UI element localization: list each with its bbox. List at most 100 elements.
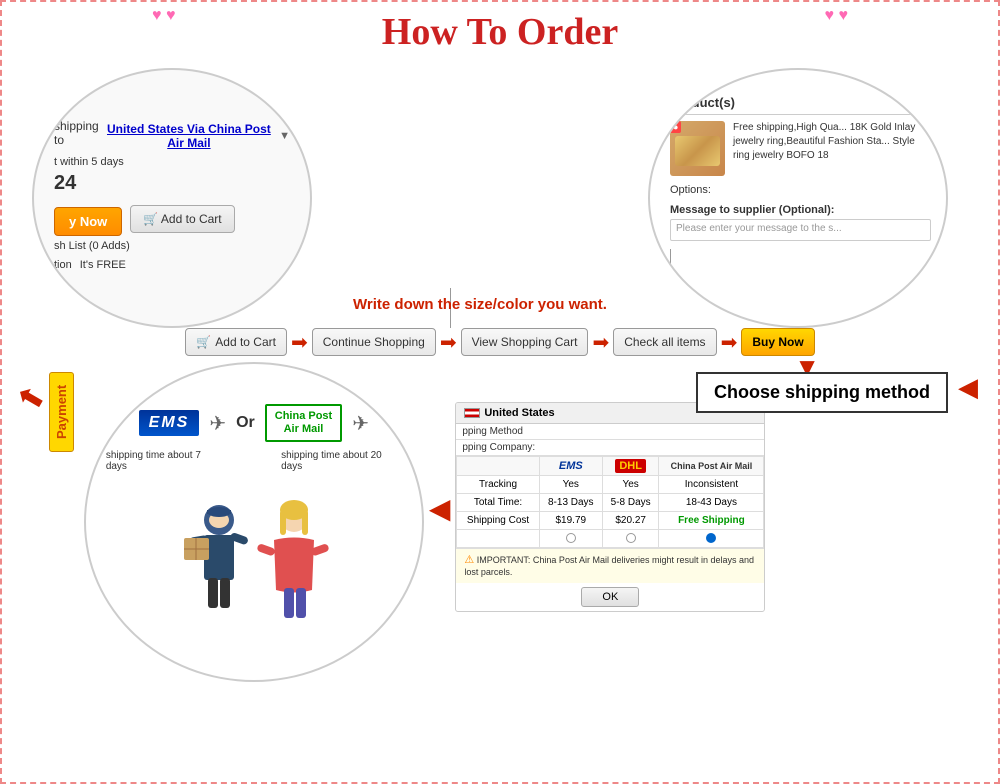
cart-icon-flow: 🛒: [196, 335, 211, 349]
tracking-china-post: Inconsistent: [659, 476, 764, 494]
add-to-cart-label: Add to Cart: [161, 212, 222, 226]
view-cart-label: View Shopping Cart: [472, 335, 578, 349]
product-page-inner: air shipping to United States Via China …: [34, 70, 310, 326]
china-post-header-text: China Post Air Mail: [671, 461, 753, 471]
write-down-text: Write down the size/color you want.: [353, 296, 607, 313]
cost-china-post: Free Shipping: [659, 512, 764, 530]
radio-row: [457, 530, 764, 548]
us-flag-icon: [464, 408, 480, 418]
continue-shopping-label: Continue Shopping: [323, 335, 425, 349]
add-to-cart-flow-label: Add to Cart: [215, 335, 276, 349]
total-time-row: Total Time: 8-13 Days 5-8 Days 18-43 Day…: [457, 494, 764, 512]
products-header: Product(s): [670, 95, 931, 115]
delivery-illustration: [154, 480, 354, 630]
product-page-circle: air shipping to United States Via China …: [32, 68, 312, 328]
dropdown-icon[interactable]: ▼: [279, 130, 290, 142]
shipping-prefix: shipping to: [54, 119, 99, 147]
arrow-3: ➡: [592, 330, 609, 355]
shipping-table-title: United States: [484, 407, 554, 419]
shipping-logos-row: EMS ✈ Or China PostAir Mail ✈: [139, 404, 369, 442]
radio-blank: [457, 530, 539, 548]
wish-list: sh List (0 Adds): [54, 240, 130, 252]
col-header-dhl: DHL: [602, 457, 659, 476]
or-text: Or: [236, 414, 255, 432]
ems-shipping-time: shipping time about 7 days: [106, 450, 221, 472]
red-arrow-mid: ◀: [429, 492, 451, 525]
air-label: air: [54, 100, 67, 114]
col-header-blank: [457, 457, 539, 476]
check-items-label: Check all items: [624, 335, 705, 349]
tracking-label: Tracking: [457, 476, 539, 494]
plane-ems: ✈: [209, 411, 226, 436]
important-note: ⚠ IMPORTANT: China Post Air Mail deliver…: [456, 548, 764, 583]
product-detail-inner: Product(s) ● Free shipping,High Qua... 1…: [650, 70, 946, 326]
add-to-cart-button-left[interactable]: 🛒 Add to Cart: [130, 205, 234, 233]
shipping-table-container: United States pping Method pping Company…: [455, 402, 765, 612]
shipping-options-circle: EMS ✈ Or China PostAir Mail ✈ shipping t…: [84, 362, 424, 682]
shipping-method-row: pping Method: [456, 424, 764, 440]
china-post-shipping-time: shipping time about 20 days: [281, 450, 402, 472]
radio-china-post-cell[interactable]: [659, 530, 764, 548]
shipping-method-label: pping Method: [462, 426, 523, 437]
product-description: Free shipping,High Qua... 18K Gold Inlay…: [733, 121, 931, 163]
shipping-cost-row: Shipping Cost $19.79 $20.27 Free Shippin…: [457, 512, 764, 530]
choose-shipping-row: ◀ Choose shipping method: [958, 372, 978, 403]
product-image: ●: [670, 121, 725, 176]
view-cart-button[interactable]: View Shopping Cart: [461, 328, 589, 356]
shipping-comparison-table: EMS DHL China Post Air Mail Tracking Yes: [456, 456, 764, 548]
protection-row: tion It's FREE: [54, 256, 126, 271]
shipping-company-row: pping Company:: [456, 440, 764, 456]
tracking-ems: Yes: [539, 476, 602, 494]
check-items-button[interactable]: Check all items: [613, 328, 716, 356]
hearts-top-left: ♥ ♥: [152, 7, 175, 25]
price-display: 24: [54, 172, 76, 195]
product-detail-circle: Product(s) ● Free shipping,High Qua... 1…: [648, 68, 948, 328]
cost-ems: $19.79: [539, 512, 602, 530]
radio-ems[interactable]: [566, 533, 576, 543]
flow-section: 🛒 Add to Cart ➡ Continue Shopping ➡ View…: [2, 328, 998, 356]
title-area: ♥ ♥ How To Order ♥ ♥: [2, 2, 998, 58]
ok-button[interactable]: OK: [581, 587, 639, 607]
choose-shipping-box: Choose shipping method: [696, 372, 948, 413]
total-time-label: Total Time:: [457, 494, 539, 512]
tracking-row: Tracking Yes Yes Inconsistent: [457, 476, 764, 494]
ems-header-text: EMS: [559, 460, 583, 472]
radio-dhl-cell[interactable]: [602, 530, 659, 548]
col-header-china-post: China Post Air Mail: [659, 457, 764, 476]
radio-dhl[interactable]: [626, 533, 636, 543]
left-arrow-to-shipping: ◀: [958, 372, 978, 403]
add-to-cart-flow-button[interactable]: 🛒 Add to Cart: [185, 328, 287, 356]
shipping-link[interactable]: United States Via China Post Air Mail: [103, 122, 275, 150]
shipping-cost-label: Shipping Cost: [457, 512, 539, 530]
free-label: It's FREE: [80, 259, 126, 271]
warning-icon: ⚠: [464, 554, 474, 566]
page-title: How To Order: [382, 1, 618, 53]
radio-china-post[interactable]: [706, 533, 716, 543]
cart-icon-left: 🛒: [143, 212, 158, 226]
bottom-section: ▼ ◀ Choose shipping method ➡ Payment EMS…: [2, 362, 998, 682]
hearts-top-right: ♥ ♥: [825, 7, 848, 25]
connector-down: [670, 249, 671, 274]
product-badge: ●: [670, 121, 681, 133]
continue-shopping-button[interactable]: Continue Shopping: [312, 328, 436, 356]
plane-china-post: ✈: [352, 411, 369, 436]
payment-label: Payment: [49, 372, 74, 452]
product-row: ● Free shipping,High Qua... 18K Gold Inl…: [670, 121, 931, 176]
col-header-ems: EMS: [539, 457, 602, 476]
tracking-dhl: Yes: [602, 476, 659, 494]
message-input[interactable]: Please enter your message to the s...: [670, 219, 931, 241]
radio-ems-cell[interactable]: [539, 530, 602, 548]
china-post-logo: China PostAir Mail: [265, 404, 342, 442]
buy-now-button[interactable]: y Now: [54, 207, 122, 236]
shipping-company-label: pping Company:: [462, 442, 535, 453]
shipping-row: shipping to United States Via China Post…: [54, 119, 290, 152]
total-time-dhl: 5-8 Days: [602, 494, 659, 512]
protection-label: tion: [54, 259, 72, 271]
options-label: Options:: [670, 184, 711, 196]
shipping-options-inner: EMS ✈ Or China PostAir Mail ✈ shipping t…: [86, 364, 422, 680]
arrow-1: ➡: [291, 330, 308, 355]
arrow-2: ➡: [440, 330, 457, 355]
buy-now-flow-label: Buy Now: [752, 335, 803, 349]
diagonal-arrow-icon: ➡: [9, 376, 51, 422]
total-time-ems: 8-13 Days: [539, 494, 602, 512]
